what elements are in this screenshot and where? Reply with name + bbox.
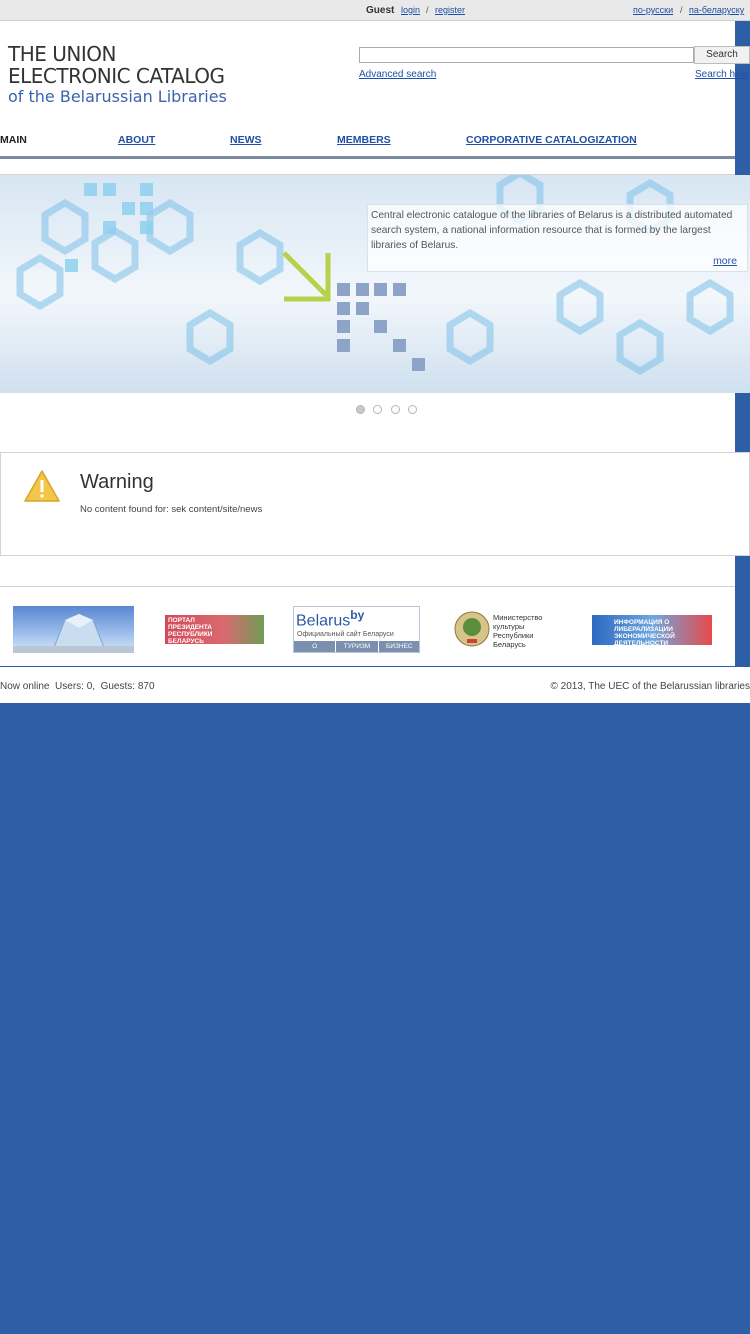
belarus-subtitle: Официальный сайт Беларуси: [297, 631, 394, 638]
slide-dot-2[interactable]: [373, 405, 382, 414]
site-logo[interactable]: THE UNION ELECTRONIC CATALOG of the Bela…: [8, 43, 268, 107]
partner-ministry-culture-banner[interactable]: Министерство культуры Республики Беларус…: [453, 609, 559, 650]
login-link[interactable]: login: [401, 5, 420, 15]
nav-news[interactable]: NEWS: [230, 134, 262, 146]
nav-about[interactable]: ABOUT: [118, 134, 155, 146]
warning-panel: Warning No content found for: sek conten…: [0, 452, 750, 556]
separator: /: [426, 5, 429, 15]
belarus-brand: Belarusby: [296, 608, 364, 630]
separator: /: [680, 5, 683, 15]
partner-belarus-by-banner[interactable]: Belarusby Официальный сайт Беларуси О БЕ…: [293, 606, 420, 653]
warning-icon: [24, 470, 60, 502]
belarus-brand-text: Belarus: [296, 612, 351, 630]
lang-russian-link[interactable]: по-русски: [633, 5, 673, 15]
belarus-tab: ТУРИЗМ: [336, 641, 379, 652]
nav-corporative-cataloging[interactable]: CORPORATIVE CATALOGIZATION: [466, 134, 637, 146]
register-link[interactable]: register: [435, 5, 465, 15]
search-input[interactable]: [359, 47, 694, 63]
belarus-tabs: О БЕЛАРУСИ ТУРИЗМ БИЗНЕС: [294, 641, 419, 652]
banner-slideshow: Central electronic catalogue of the libr…: [0, 175, 750, 393]
nav-members[interactable]: MEMBERS: [337, 134, 391, 146]
lang-belarusian-link[interactable]: па-беларуску: [689, 5, 744, 15]
partner-national-library-banner[interactable]: [13, 606, 134, 653]
partner-liberalization-banner[interactable]: ИНФОРМАЦИЯ О ЛИБЕРАЛИЗАЦИИ ЭКОНОМИЧЕСКОЙ…: [592, 615, 712, 645]
banner-text-box: Central electronic catalogue of the libr…: [367, 204, 748, 272]
logo-line-1: THE UNION: [8, 42, 116, 66]
belarus-tab: БИЗНЕС: [379, 641, 419, 652]
footer-divider: [0, 586, 735, 587]
logo-line-3: of the Belarussian Libraries: [8, 87, 227, 106]
banner-more-link[interactable]: more: [713, 255, 737, 267]
liberalization-label: ИНФОРМАЦИЯ О ЛИБЕРАЛИЗАЦИИ ЭКОНОМИЧЕСКОЙ…: [614, 619, 675, 645]
top-bar: Guest login / register по-русски / па-бе…: [0, 0, 750, 21]
slide-dot-3[interactable]: [391, 405, 400, 414]
warning-message: No content found for: sek content/site/n…: [80, 504, 263, 515]
nav-subbar: [0, 159, 735, 175]
belarus-tab: О БЕЛАРУСИ: [294, 641, 337, 652]
coat-of-arms-icon: [454, 611, 490, 647]
search-button[interactable]: Search: [694, 46, 750, 64]
belarus-by-text: by: [350, 608, 365, 622]
footer: Now online Users: 0, Guests: 870 © 2013,…: [0, 667, 750, 703]
slide-dot-4[interactable]: [408, 405, 417, 414]
banner-description: Central electronic catalogue of the libr…: [371, 210, 733, 251]
copyright: © 2013, The UEC of the Belarussian libra…: [550, 681, 750, 692]
online-counter: Now online Users: 0, Guests: 870: [0, 681, 155, 692]
search-help-link[interactable]: Search help: [695, 69, 748, 80]
warning-title: Warning: [80, 471, 154, 493]
main-nav: MAIN ABOUT NEWS MEMBERS CORPORATIVE CATA…: [0, 132, 735, 156]
ministry-label: Министерство культуры Республики Беларус…: [493, 613, 543, 649]
logo-line-2: ELECTRONIC CATALOG: [8, 64, 225, 88]
slide-dot-1[interactable]: [356, 405, 365, 414]
current-user: Guest: [366, 5, 395, 16]
nav-main[interactable]: MAIN: [0, 134, 27, 146]
library-building-icon: [13, 613, 134, 653]
advanced-search-link[interactable]: Advanced search: [359, 69, 436, 80]
partner-president-portal-banner[interactable]: ПОРТАЛ ПРЕЗИДЕНТА РЕСПУБЛИКИ БЕЛАРУСЬ: [165, 615, 264, 644]
president-portal-label: ПОРТАЛ ПРЕЗИДЕНТА РЕСПУБЛИКИ БЕЛАРУСЬ: [168, 617, 213, 644]
